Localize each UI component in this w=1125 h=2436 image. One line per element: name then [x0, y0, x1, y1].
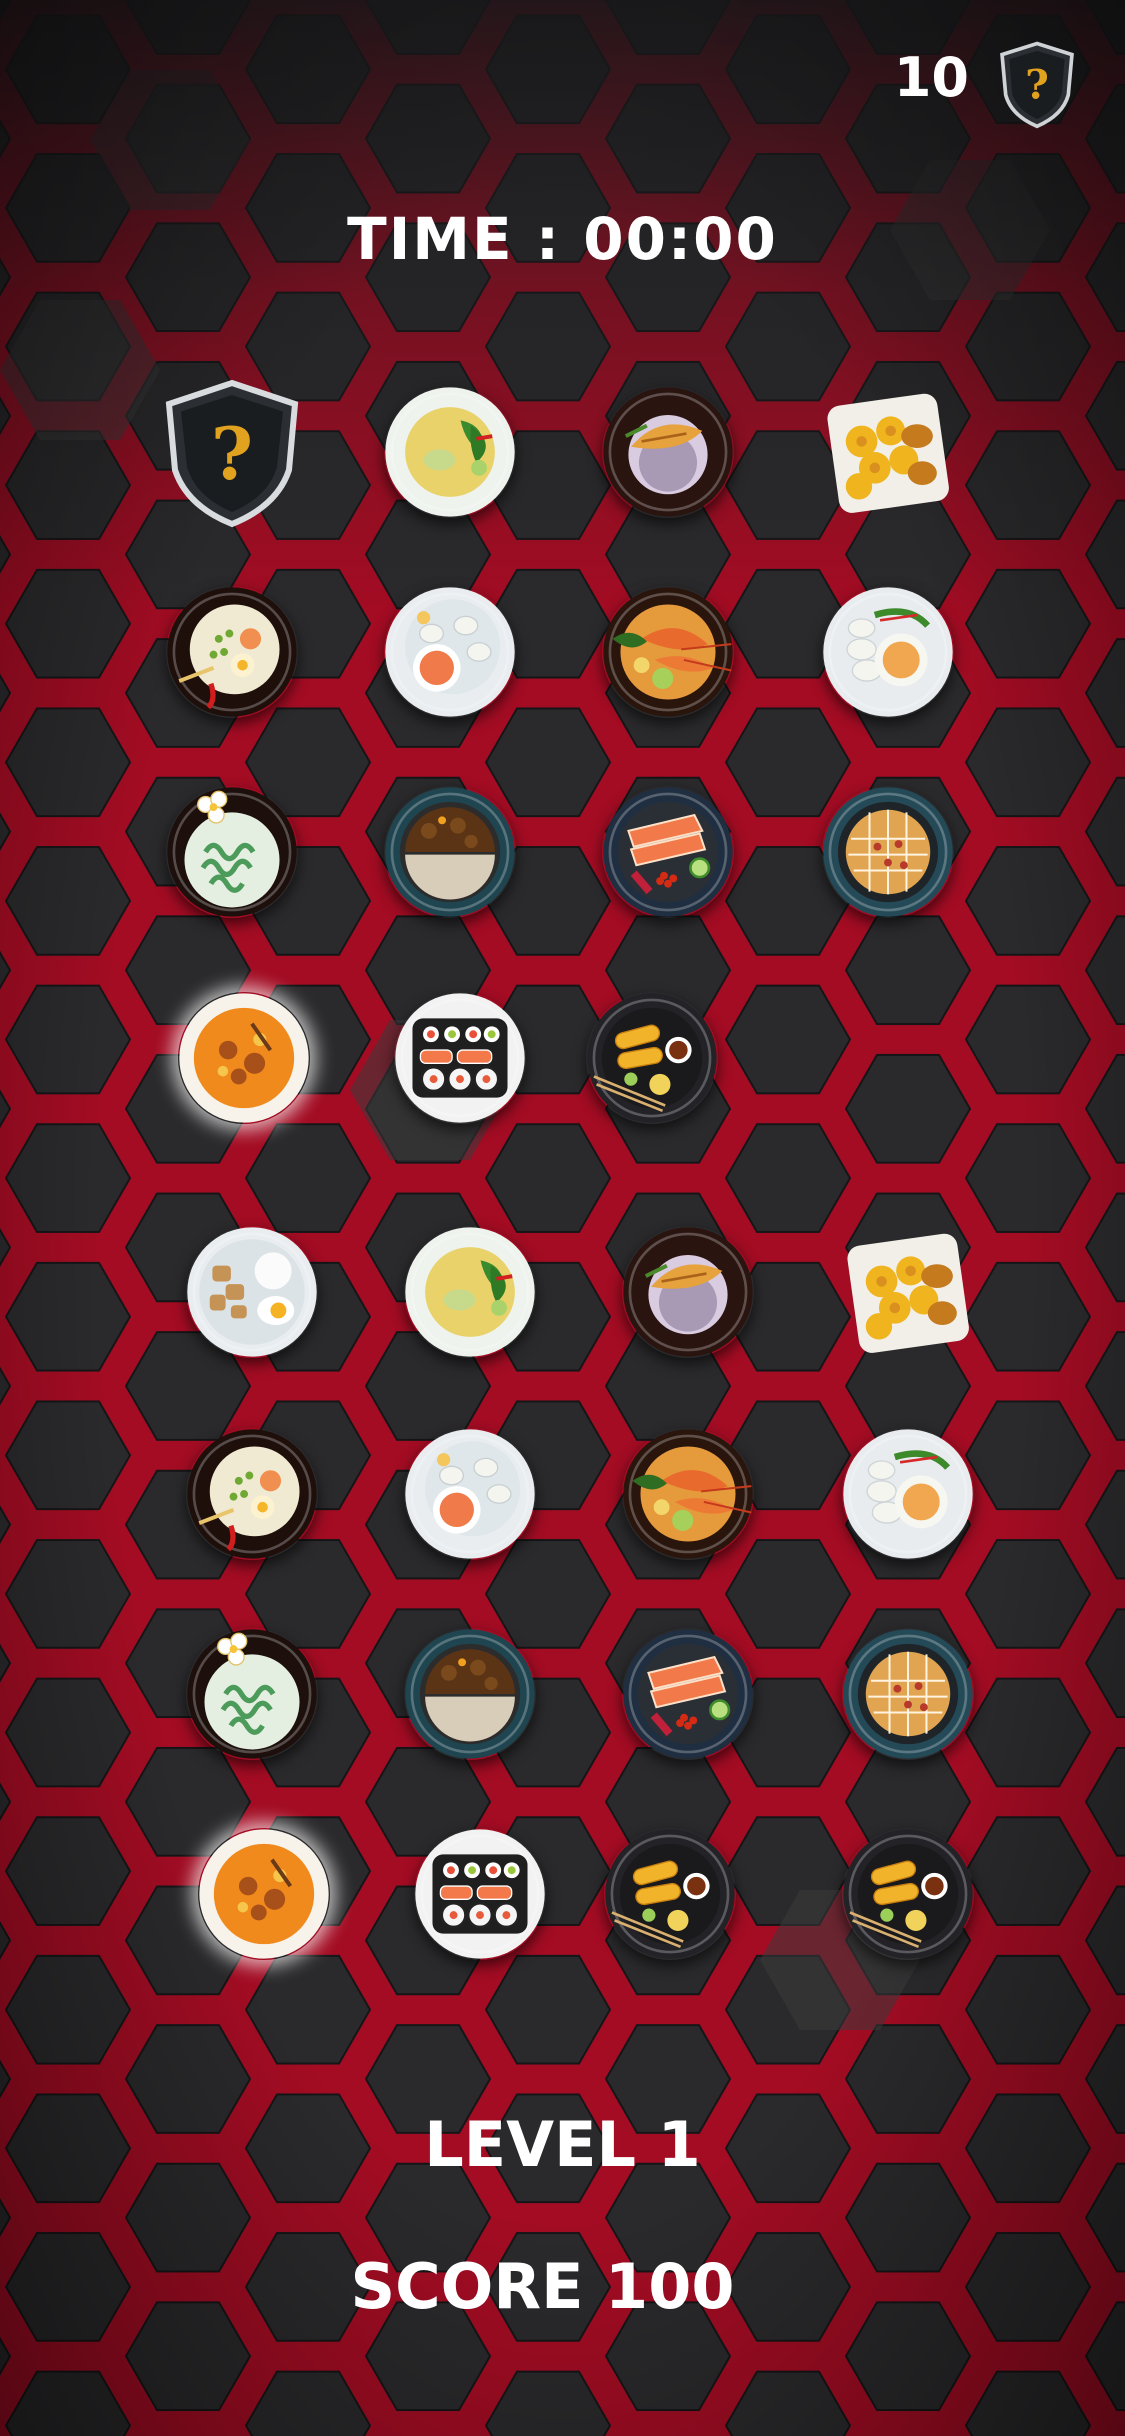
food-tile-green-curry[interactable] — [404, 1226, 536, 1358]
food-tile-grilled-fish-rice[interactable] — [622, 1226, 754, 1358]
food-tile-grilled-fish-rice[interactable] — [602, 386, 734, 518]
level-label: LEVEL 1 — [424, 2108, 701, 2181]
food-tile-green-curry[interactable] — [384, 386, 516, 518]
food-tile-salmon-sashimi[interactable] — [622, 1628, 754, 1760]
food-tile-green-noodles[interactable] — [166, 786, 298, 918]
food-tile-dumpling-dip[interactable] — [822, 586, 954, 718]
food-tile-shrimp-platter[interactable] — [602, 586, 734, 718]
food-tile-okonomiyaki[interactable] — [842, 1628, 974, 1760]
food-tile-noodle-soup[interactable] — [166, 586, 298, 718]
food-tile-dumplings-soup[interactable] — [384, 586, 516, 718]
food-tile-spring-rolls[interactable] — [604, 1828, 736, 1960]
food-tile-orange-curry[interactable] — [178, 992, 310, 1124]
food-tile-spring-rolls[interactable] — [586, 992, 718, 1124]
food-tile-dumpling-dip[interactable] — [842, 1428, 974, 1560]
food-tile-fried-chicken[interactable] — [822, 386, 954, 518]
food-tile-noodle-soup[interactable] — [186, 1428, 318, 1560]
food-tile-orange-curry[interactable] — [198, 1828, 330, 1960]
game-board: ? — [0, 0, 1125, 2436]
food-tile-fried-chicken[interactable] — [842, 1226, 974, 1358]
food-tile-chicken-rice-egg[interactable] — [186, 1226, 318, 1358]
food-tile-dumplings-soup[interactable] — [404, 1428, 536, 1560]
food-tile-spring-rolls[interactable] — [842, 1828, 974, 1960]
svg-text:?: ? — [211, 411, 253, 496]
food-tile-okonomiyaki[interactable] — [822, 786, 954, 918]
food-tile-green-noodles[interactable] — [186, 1628, 318, 1760]
food-tile-salmon-sashimi[interactable] — [602, 786, 734, 918]
food-tile-sushi-platter[interactable] — [394, 992, 526, 1124]
score-label: SCORE 100 — [350, 2250, 735, 2323]
hint-shield-tile[interactable]: ? — [157, 377, 307, 528]
food-tile-curry-rice[interactable] — [404, 1628, 536, 1760]
food-tile-shrimp-platter[interactable] — [622, 1428, 754, 1560]
food-tile-sushi-platter[interactable] — [414, 1828, 546, 1960]
food-tile-curry-rice[interactable] — [384, 786, 516, 918]
